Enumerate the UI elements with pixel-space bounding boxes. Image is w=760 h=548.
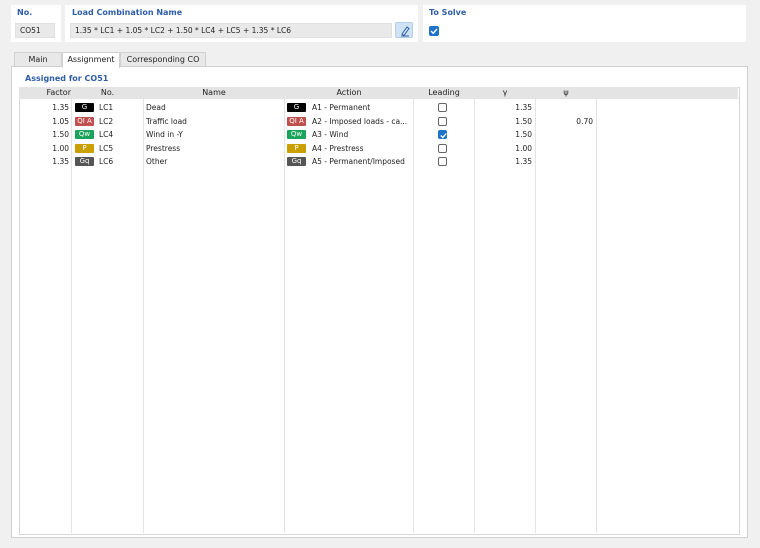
load-case-badge: P xyxy=(75,143,94,153)
tab-corresponding-co[interactable]: Corresponding CO xyxy=(120,52,206,67)
table-row[interactable]: 1.00 P LC5 Prestress P A4 - Prestress 1.00 xyxy=(19,142,738,155)
action-badge: Gq xyxy=(287,157,306,166)
factor-cell[interactable]: 1.35 xyxy=(19,101,69,114)
factor-cell[interactable]: 1.50 xyxy=(19,128,69,141)
gamma-cell[interactable]: 1.00 xyxy=(475,142,532,155)
leading-checkbox[interactable] xyxy=(438,130,447,139)
load-case-badge: QI A xyxy=(75,116,94,126)
load-case-name: Dead xyxy=(146,103,166,112)
col-action[interactable]: Action xyxy=(285,87,413,99)
load-case-badge: Qw xyxy=(75,130,94,139)
psi-cell[interactable] xyxy=(536,155,593,168)
solve-panel xyxy=(423,5,746,42)
action-cell[interactable]: A3 - Wind xyxy=(312,128,348,141)
action-badge: P xyxy=(287,143,306,153)
gamma-cell[interactable]: 1.50 xyxy=(475,115,532,128)
col-leading[interactable]: Leading xyxy=(414,87,474,99)
load-case-badge: Gq xyxy=(75,157,94,166)
psi-cell[interactable] xyxy=(536,128,593,141)
table-row[interactable]: 1.50 Qw LC4 Wind in -Y Qw A3 - Wind 1.50 xyxy=(19,128,738,141)
load-case-name: Other xyxy=(146,157,168,166)
number-field[interactable]: CO51 xyxy=(15,23,55,38)
leading-checkbox[interactable] xyxy=(438,143,447,153)
factor-cell[interactable]: 1.00 xyxy=(19,142,69,155)
action-cell[interactable]: A2 - Imposed loads - ca... xyxy=(312,115,407,128)
leading-checkbox[interactable] xyxy=(438,116,447,126)
edit-name-button[interactable] xyxy=(395,22,413,38)
action-badge: G xyxy=(287,103,306,112)
load-case-no[interactable]: LC5 xyxy=(99,142,113,155)
load-case-no[interactable]: LC2 xyxy=(99,115,113,128)
col-gamma[interactable]: γ xyxy=(475,87,535,99)
factor-cell[interactable]: 1.05 xyxy=(19,115,69,128)
action-badge: Qw xyxy=(287,130,306,139)
psi-cell[interactable] xyxy=(536,101,593,114)
name-field[interactable]: 1.35 * LC1 + 1.05 * LC2 + 1.50 * LC4 + L… xyxy=(70,23,392,38)
leading-checkbox[interactable] xyxy=(438,103,447,112)
col-name[interactable]: Name xyxy=(144,87,284,99)
col-factor[interactable]: Factor xyxy=(19,87,72,99)
gamma-cell[interactable]: 1.35 xyxy=(475,101,532,114)
table-row[interactable]: 1.35 G LC1 Dead G A1 - Permanent 1.35 xyxy=(19,101,738,114)
number-label: No. xyxy=(17,8,33,17)
col-psi[interactable]: ψ xyxy=(536,87,596,99)
edit-pencil-icon xyxy=(401,26,410,37)
table-header: Factor No. Name Action Leading γ ψ xyxy=(19,87,738,99)
leading-checkbox[interactable] xyxy=(438,157,447,166)
factor-cell[interactable]: 1.35 xyxy=(19,155,69,168)
action-badge: QI A xyxy=(287,116,306,126)
name-label: Load Combination Name xyxy=(72,8,183,17)
load-case-name: Prestress xyxy=(146,143,181,153)
to-solve-label: To Solve xyxy=(429,8,467,17)
load-case-no[interactable]: LC1 xyxy=(99,101,113,114)
load-case-no[interactable]: LC4 xyxy=(99,128,113,141)
to-solve-checkbox[interactable] xyxy=(429,26,439,36)
gamma-cell[interactable]: 1.35 xyxy=(475,155,532,168)
load-case-name: Wind in -Y xyxy=(146,130,183,139)
psi-cell[interactable]: 0.70 xyxy=(536,115,593,128)
table-row[interactable]: 1.35 Gq LC6 Other Gq A5 - Permanent/Imposed 1.… xyxy=(19,155,738,168)
tab-main[interactable]: Main xyxy=(14,52,62,67)
table-row[interactable]: 1.05 QI A LC2 Traffic load QI A A2 - Imposed … xyxy=(19,115,738,128)
tab-assignment[interactable]: Assignment xyxy=(62,52,120,68)
section-title: Assigned for CO51 xyxy=(25,74,109,83)
col-no[interactable]: No. xyxy=(72,87,143,99)
load-case-name: Traffic load xyxy=(146,116,187,126)
psi-cell[interactable] xyxy=(536,142,593,155)
action-cell[interactable]: A5 - Permanent/Imposed xyxy=(312,155,405,168)
action-cell[interactable]: A4 - Prestress xyxy=(312,142,364,155)
action-cell[interactable]: A1 - Permanent xyxy=(312,101,370,114)
load-case-badge: G xyxy=(75,103,94,112)
load-case-no[interactable]: LC6 xyxy=(99,155,113,168)
gamma-cell[interactable]: 1.50 xyxy=(475,128,532,141)
